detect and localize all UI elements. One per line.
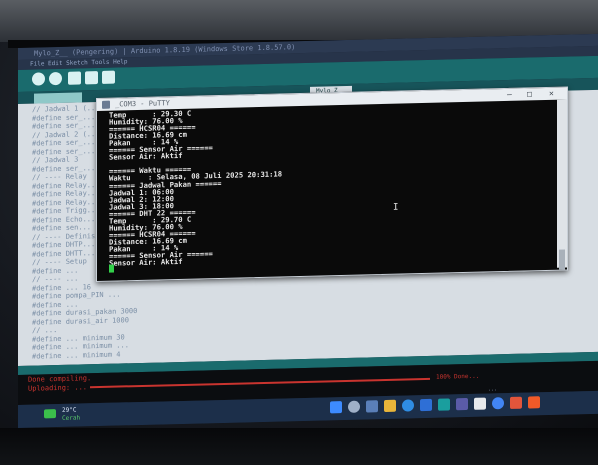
terminal-line: Sensor Air: Aktif (109, 256, 183, 268)
putty-window[interactable]: _COM3 - PuTTY — □ ✕ Temp : 29.30 C Humidi… (96, 86, 568, 282)
putty-window-title: _COM3 - PuTTY (115, 99, 170, 109)
console-line: Uploading: ... (28, 383, 88, 393)
code-line: // ... (32, 326, 58, 335)
weather-icon[interactable] (44, 409, 56, 419)
file-explorer-icon[interactable] (384, 399, 396, 413)
desk-foreground (0, 428, 598, 465)
status-text: ... (488, 386, 498, 393)
putty-icon[interactable] (456, 398, 468, 411)
weather-temp: 29°C (62, 406, 77, 414)
scrollbar-thumb[interactable] (559, 249, 565, 270)
new-button[interactable] (68, 71, 81, 85)
code-line: // ---- Setup (32, 257, 87, 267)
app-icon[interactable] (510, 396, 522, 409)
close-icon[interactable]: ✕ (549, 88, 554, 100)
store-icon[interactable] (420, 398, 432, 412)
terminal-line: Sensor Air: Aktif (109, 151, 183, 162)
arduino-icon[interactable] (438, 398, 450, 411)
code-line: #define ... minimum 4 (32, 349, 121, 361)
upload-progress-label: 100% Done... (436, 372, 480, 381)
terminal-cursor (109, 264, 114, 273)
open-button[interactable] (85, 71, 98, 85)
mouse-pointer-icon: I (393, 202, 399, 213)
putty-icon (102, 100, 110, 109)
maximize-icon[interactable]: □ (527, 88, 532, 100)
start-icon[interactable] (330, 401, 342, 414)
terminal-scrollbar[interactable] (557, 99, 567, 270)
weather-desc: Cerah (62, 414, 81, 422)
app-icon[interactable] (474, 397, 486, 410)
save-button[interactable] (102, 70, 115, 84)
firefox-icon[interactable] (528, 396, 540, 409)
code-line: #define ser_... (32, 146, 96, 157)
terminal-output[interactable]: Temp : 29.30 C Humidity: 76.00 % ====== HC… (109, 101, 549, 278)
code-line: #define durasi_air 1000 (32, 315, 129, 327)
minimize-icon[interactable]: — (507, 89, 512, 101)
task-view-icon[interactable] (366, 400, 378, 413)
